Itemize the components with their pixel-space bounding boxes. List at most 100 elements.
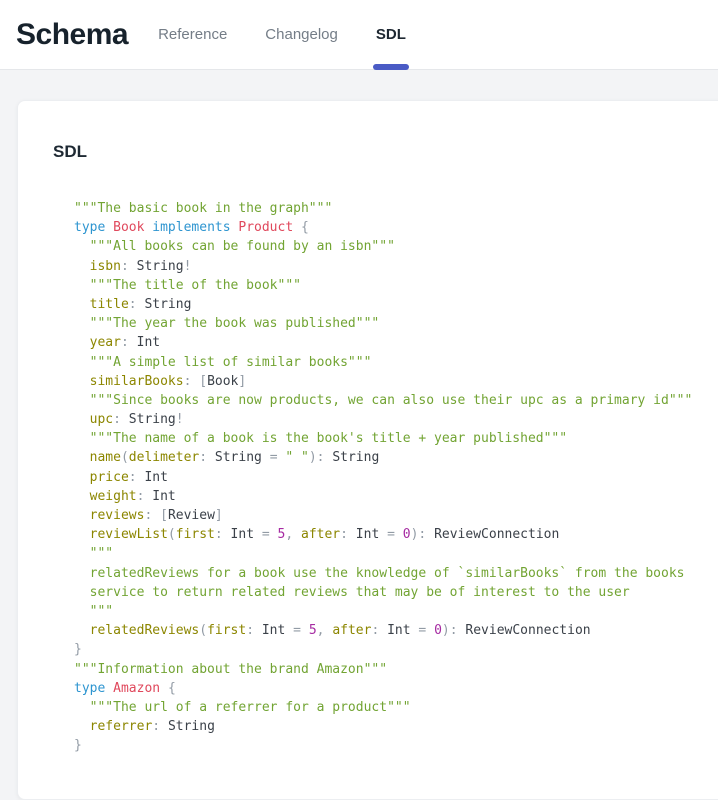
code-token: reviews — [74, 508, 144, 523]
code-line: """Since books are now products, we can … — [74, 391, 718, 410]
code-token: " " — [285, 450, 308, 465]
code-token: : [ — [144, 508, 167, 523]
code-token: : — [121, 335, 137, 350]
code-line: """All books can be found by an isbn""" — [74, 237, 718, 256]
code-token: ReviewConnection — [465, 623, 590, 638]
code-line: """Information about the brand Amazon""" — [74, 660, 718, 679]
code-token: , — [285, 527, 301, 542]
schema-page: Schema Reference Changelog SDL SDL """Th… — [0, 0, 718, 800]
code-token: """The name of a book is the book's titl… — [74, 431, 567, 446]
code-token: weight — [74, 489, 137, 504]
code-token: after — [301, 527, 340, 542]
code-token: = — [262, 450, 285, 465]
code-line: relatedReviews(first: Int = 5, after: In… — [74, 621, 718, 640]
code-token: ! — [176, 412, 184, 427]
code-token: 0 — [403, 527, 411, 542]
code-token: : — [113, 412, 129, 427]
code-line: """ — [74, 544, 718, 563]
code-line: """The title of the book""" — [74, 276, 718, 295]
code-token: 5 — [309, 623, 317, 638]
code-token: Product — [238, 220, 301, 235]
code-line: isbn: String! — [74, 257, 718, 276]
code-token: first — [207, 623, 246, 638]
tab-changelog-label: Changelog — [265, 26, 338, 43]
code-token: Int — [231, 527, 254, 542]
code-token: } — [74, 642, 82, 657]
code-token: : — [137, 489, 153, 504]
code-token: isbn — [74, 259, 121, 274]
code-token: service to return related reviews that m… — [74, 585, 630, 600]
tab-sdl-label: SDL — [376, 26, 406, 43]
code-token: : — [246, 623, 262, 638]
code-line: name(delimeter: String = " "): String — [74, 448, 718, 467]
code-token: String — [168, 719, 215, 734]
code-token: first — [176, 527, 215, 542]
code-token: String — [137, 259, 184, 274]
code-line: similarBooks: [Book] — [74, 372, 718, 391]
code-line: } — [74, 736, 718, 755]
tab-sdl[interactable]: SDL — [376, 0, 406, 69]
tab-reference[interactable]: Reference — [158, 0, 227, 69]
code-line: """The basic book in the graph""" — [74, 199, 718, 218]
code-token: after — [332, 623, 371, 638]
code-token: : — [129, 470, 145, 485]
code-line: upc: String! — [74, 410, 718, 429]
code-token: ( — [168, 527, 176, 542]
tab-changelog[interactable]: Changelog — [265, 0, 338, 69]
code-token: relatedReviews — [74, 623, 199, 638]
code-line: reviews: [Review] — [74, 506, 718, 525]
code-line: year: Int — [74, 333, 718, 352]
code-token: implements — [152, 220, 238, 235]
page-header: Schema Reference Changelog SDL — [0, 0, 718, 70]
code-line: """The url of a referrer for a product""… — [74, 698, 718, 717]
code-token: ): — [411, 527, 434, 542]
active-tab-indicator — [373, 64, 409, 70]
code-token: ReviewConnection — [434, 527, 559, 542]
code-token: String — [129, 412, 176, 427]
code-token: Int — [152, 489, 175, 504]
code-token: 0 — [434, 623, 442, 638]
content-area: SDL """The basic book in the graph"""typ… — [0, 70, 718, 800]
page-title: Schema — [16, 18, 128, 52]
code-line: referrer: String — [74, 717, 718, 736]
code-token: """ — [74, 546, 113, 561]
code-token: referrer — [74, 719, 152, 734]
code-token: = — [379, 527, 402, 542]
code-token: = — [285, 623, 308, 638]
code-token: : — [215, 527, 231, 542]
code-token: : — [340, 527, 356, 542]
code-token: : [ — [184, 374, 207, 389]
code-line: reviewList(first: Int = 5, after: Int = … — [74, 525, 718, 544]
code-token: delimeter — [129, 450, 199, 465]
code-line: } — [74, 640, 718, 659]
code-line: weight: Int — [74, 487, 718, 506]
code-token: """The title of the book""" — [74, 278, 301, 293]
code-token: String — [144, 297, 191, 312]
code-line: """ — [74, 602, 718, 621]
code-line: type Amazon { — [74, 679, 718, 698]
code-token: Int — [144, 470, 167, 485]
code-token: : — [121, 259, 137, 274]
code-token: ( — [121, 450, 129, 465]
code-token: ] — [215, 508, 223, 523]
code-token: : — [152, 719, 168, 734]
code-token: type — [74, 681, 113, 696]
code-token: ): — [442, 623, 465, 638]
code-token: } — [74, 738, 82, 753]
code-token: String — [332, 450, 379, 465]
code-line: """The name of a book is the book's titl… — [74, 429, 718, 448]
code-line: relatedReviews for a book use the knowle… — [74, 564, 718, 583]
code-line: service to return related reviews that m… — [74, 583, 718, 602]
code-token: : — [371, 623, 387, 638]
code-token: upc — [74, 412, 113, 427]
tab-reference-label: Reference — [158, 26, 227, 43]
code-line: """A simple list of similar books""" — [74, 353, 718, 372]
code-token: """All books can be found by an isbn""" — [74, 239, 395, 254]
code-token: Amazon — [113, 681, 168, 696]
code-token: ): — [309, 450, 332, 465]
code-token: year — [74, 335, 121, 350]
code-token: String — [215, 450, 262, 465]
code-token: """The url of a referrer for a product""… — [74, 700, 411, 715]
code-token: relatedReviews for a book use the knowle… — [74, 566, 684, 581]
sdl-code-block: """The basic book in the graph"""type Bo… — [74, 199, 718, 755]
